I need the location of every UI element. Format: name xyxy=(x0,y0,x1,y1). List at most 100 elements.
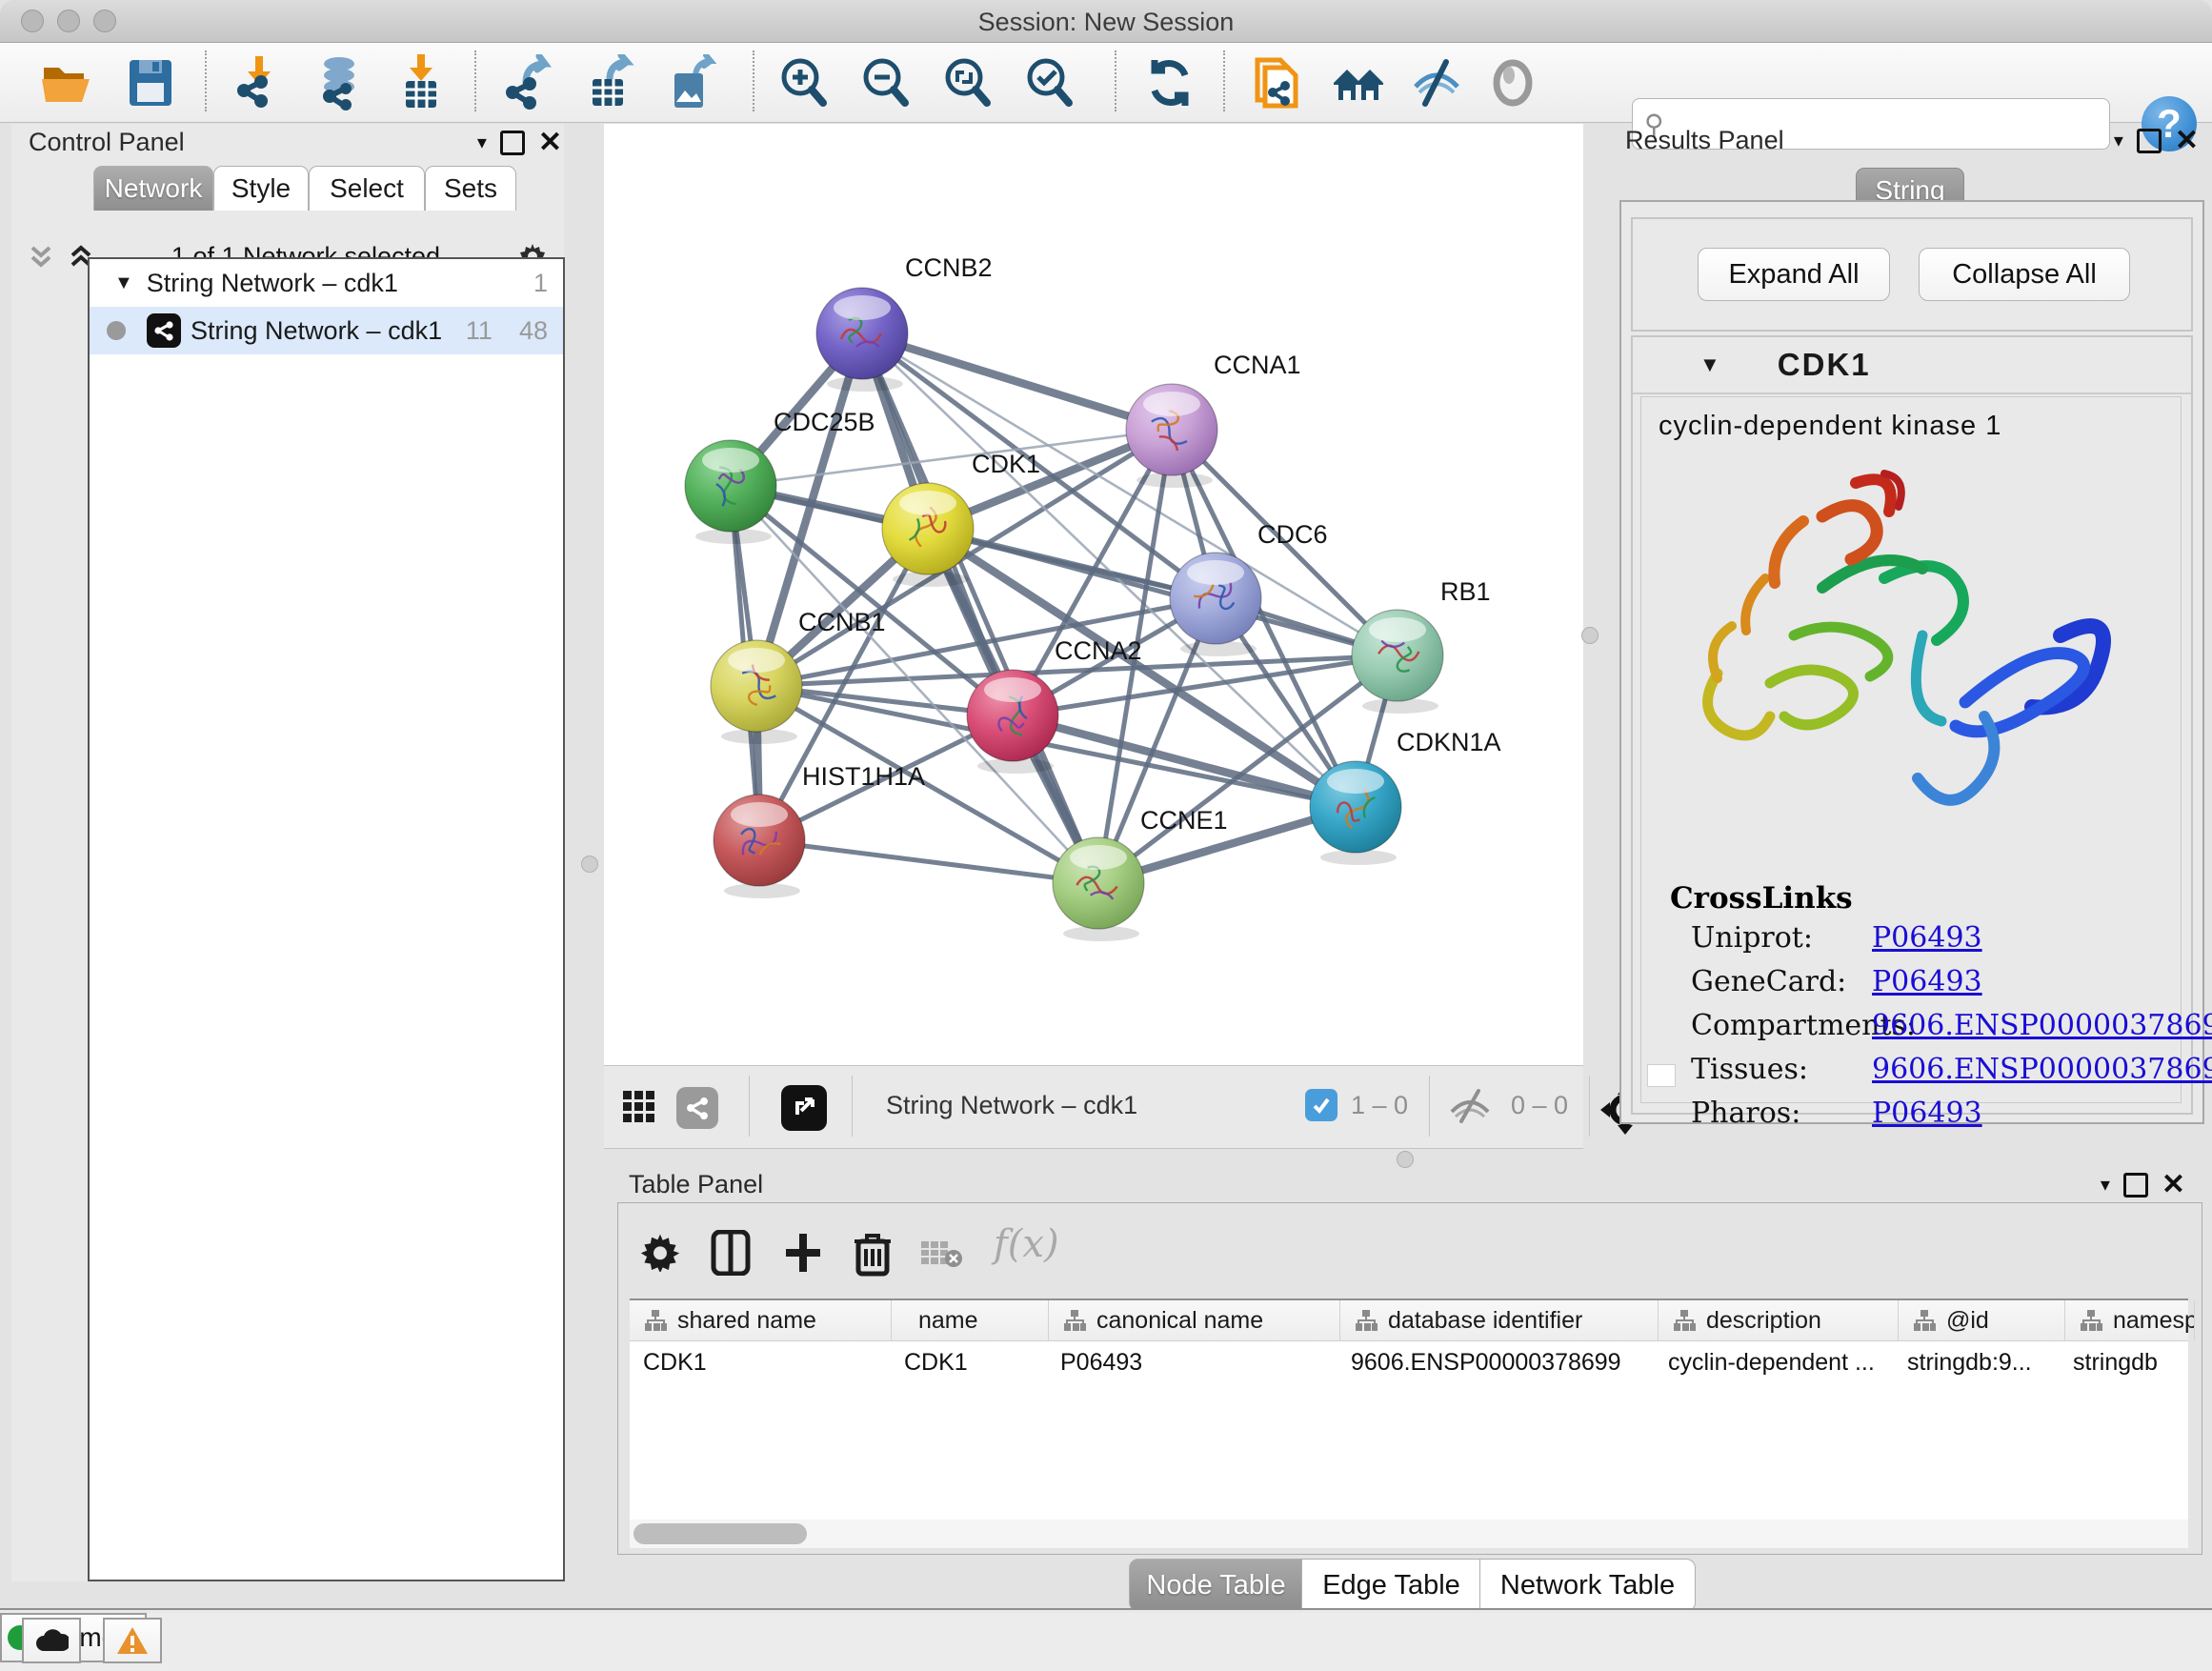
tab-network-table[interactable]: Network Table xyxy=(1479,1559,1696,1612)
tab-node-table[interactable]: Node Table xyxy=(1129,1559,1303,1612)
node-label-CDKN1A: CDKN1A xyxy=(1397,728,1501,756)
zoom-selected-icon[interactable] xyxy=(1021,54,1078,111)
control-panel-collapse-icon[interactable]: ▾ xyxy=(477,131,487,154)
collapse-all-icon[interactable] xyxy=(25,240,57,272)
import-network-icon[interactable] xyxy=(231,54,288,111)
houses-icon[interactable] xyxy=(1330,54,1387,111)
table-horizontal-scrollbar[interactable] xyxy=(630,1520,2188,1548)
column-header--id[interactable]: @id xyxy=(1899,1300,2065,1340)
table-row[interactable]: CDK1CDK1P064939606.ENSP00000378699cyclin… xyxy=(630,1341,2188,1383)
crosslink-row: Tissues:9606.ENSP00000378699 xyxy=(1670,1047,2212,1091)
table-cell[interactable]: cyclin-dependent ... xyxy=(1655,1349,1894,1377)
table-cell[interactable]: CDK1 xyxy=(891,1349,1047,1377)
table-panel-float-icon[interactable] xyxy=(2123,1173,2148,1198)
tab-sets[interactable]: Sets xyxy=(425,166,516,211)
column-header-canonical-name[interactable]: canonical name xyxy=(1049,1300,1340,1340)
table-cell[interactable]: 9606.ENSP00000378699 xyxy=(1337,1349,1655,1377)
gene-card-header[interactable]: ▼ CDK1 xyxy=(1633,337,2191,394)
table-tabs: Node TableEdge TableNetwork Table xyxy=(0,1559,2212,1610)
cloud-button[interactable] xyxy=(22,1618,81,1663)
table-cell[interactable]: P06493 xyxy=(1047,1349,1337,1377)
network-node-CDK1[interactable] xyxy=(882,483,974,587)
column-header-database-identifier[interactable]: database identifier xyxy=(1340,1300,1659,1340)
network-node-CCNE1[interactable] xyxy=(1053,837,1144,941)
node-label-CDK1: CDK1 xyxy=(972,450,1040,478)
table-panel-close-icon[interactable]: ✕ xyxy=(2162,1174,2185,1197)
export-table-icon[interactable] xyxy=(581,54,638,111)
network-edge-CCNE1-HIST1H1A[interactable] xyxy=(759,840,1098,883)
network-canvas[interactable]: CCNB2CCNA1CDC25BCDK1CDC6RB1CCNB1CCNA2CDK… xyxy=(604,124,1583,1065)
network-node-CDC25B[interactable] xyxy=(685,440,776,544)
warning-button[interactable] xyxy=(103,1618,162,1663)
scrollbar-thumb[interactable] xyxy=(633,1523,807,1544)
tab-select[interactable]: Select xyxy=(309,166,425,211)
selected-checkbox-icon[interactable] xyxy=(1305,1089,1337,1121)
tab-network[interactable]: Network xyxy=(93,166,213,211)
crosslink-value-link[interactable]: 9606.ENSP00000378699 xyxy=(1872,1009,2212,1042)
table-panel-collapse-icon[interactable]: ▾ xyxy=(2101,1173,2110,1197)
hide-eye-icon[interactable] xyxy=(1408,54,1465,111)
refresh-icon[interactable] xyxy=(1141,54,1198,111)
results-panel-close-icon[interactable]: ✕ xyxy=(2175,130,2199,152)
share-view-icon[interactable] xyxy=(676,1087,718,1129)
network-edge-CCNB2-CCNA1[interactable] xyxy=(862,333,1172,430)
export-image-icon[interactable] xyxy=(663,54,720,111)
results-panel-collapse-icon[interactable]: ▾ xyxy=(2114,129,2123,152)
add-column-icon[interactable] xyxy=(782,1230,824,1276)
network-row-selected[interactable]: String Network – cdk1 11 48 xyxy=(90,307,563,354)
column-header-shared-name[interactable]: shared name xyxy=(630,1300,892,1340)
node-gloss-highlight xyxy=(1070,845,1127,870)
copy-share-document-icon[interactable] xyxy=(1248,54,1305,111)
control-panel-close-icon[interactable]: ✕ xyxy=(538,131,562,154)
zoom-in-icon[interactable] xyxy=(775,54,833,111)
gene-expander-icon[interactable]: ▼ xyxy=(1699,352,1720,377)
hidden-count: 0 – 0 xyxy=(1511,1091,1568,1120)
delete-column-icon[interactable] xyxy=(853,1230,893,1278)
open-view-icon[interactable] xyxy=(781,1085,827,1131)
gene-name: CDK1 xyxy=(1778,347,1871,383)
open-session-icon[interactable] xyxy=(38,54,95,111)
zoom-out-icon[interactable] xyxy=(857,54,915,111)
save-session-icon[interactable] xyxy=(122,54,179,111)
network-node-CCNA1[interactable] xyxy=(1126,384,1217,488)
network-node-RB1[interactable] xyxy=(1352,610,1443,714)
gene-result-card: ▼ CDK1 cyclin-dependent kinase 1 xyxy=(1631,335,2193,1115)
network-collection-row[interactable]: ▼ String Network – cdk1 1 xyxy=(90,259,563,307)
import-database-icon[interactable] xyxy=(311,54,368,111)
crosslink-value-link[interactable]: P06493 xyxy=(1872,1097,1982,1130)
expand-all-button[interactable]: Expand All xyxy=(1698,248,1890,301)
table-gear-icon[interactable] xyxy=(639,1230,681,1272)
collapse-all-button[interactable]: Collapse All xyxy=(1919,248,2130,301)
crosslink-value-link[interactable]: 9606.ENSP00000378699 xyxy=(1872,1053,2212,1086)
network-node-CDKN1A[interactable] xyxy=(1310,761,1401,865)
gray-eye-icon[interactable] xyxy=(1484,54,1541,111)
column-header-namespac[interactable]: namespac xyxy=(2065,1300,2195,1340)
tab-style[interactable]: Style xyxy=(213,166,309,211)
export-network-icon[interactable] xyxy=(499,54,556,111)
results-panel-float-icon[interactable] xyxy=(2137,129,2162,153)
control-panel-float-icon[interactable] xyxy=(500,131,525,155)
import-table-icon[interactable] xyxy=(392,54,450,111)
grid-view-icon[interactable] xyxy=(621,1089,657,1125)
network-node-CCNB1[interactable] xyxy=(711,640,802,744)
left-splitter-handle[interactable] xyxy=(581,856,598,873)
selected-count: 1 – 0 xyxy=(1351,1091,1408,1120)
table-cell[interactable]: stringdb xyxy=(2060,1349,2188,1377)
split-columns-icon[interactable] xyxy=(710,1230,752,1276)
tree-expander-icon[interactable]: ▼ xyxy=(114,272,133,294)
zoom-fit-icon[interactable] xyxy=(939,54,996,111)
tab-edge-table[interactable]: Edge Table xyxy=(1301,1559,1481,1612)
toolbar-separator xyxy=(753,50,754,111)
column-header-label: @id xyxy=(1946,1307,1989,1335)
crosslink-value-link[interactable]: P06493 xyxy=(1872,921,1982,955)
column-header-description[interactable]: description xyxy=(1659,1300,1899,1340)
network-node-HIST1H1A[interactable] xyxy=(714,795,805,898)
table-cell[interactable]: stringdb:9... xyxy=(1894,1349,2060,1377)
table-cell[interactable]: CDK1 xyxy=(630,1349,891,1377)
bottom-splitter-handle[interactable] xyxy=(1397,1151,1414,1168)
column-header-name[interactable]: name xyxy=(892,1300,1049,1340)
network-edge-CCNB2-CCNE1[interactable] xyxy=(862,333,1098,883)
right-splitter-handle[interactable] xyxy=(1581,627,1599,644)
crosslink-value-link[interactable]: P06493 xyxy=(1872,965,1982,998)
node-label-CDC6: CDC6 xyxy=(1257,520,1328,549)
